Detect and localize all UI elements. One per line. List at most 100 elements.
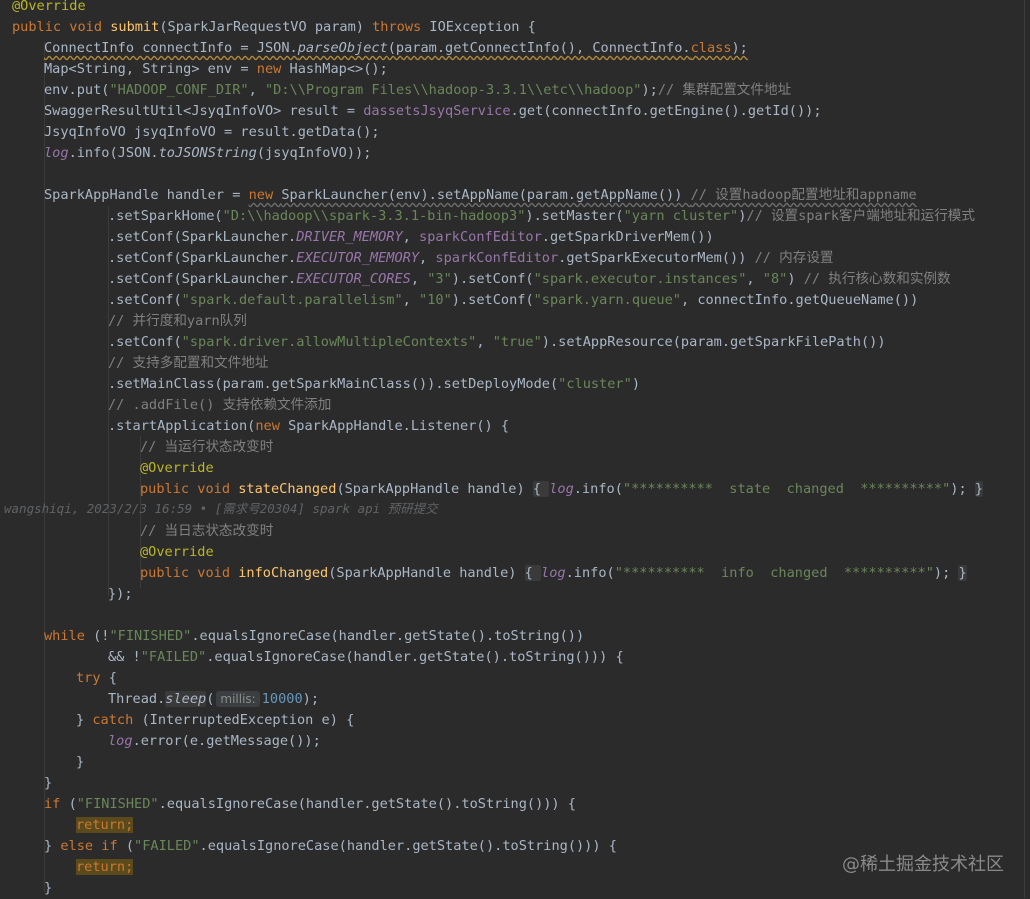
fold-brace[interactable]: { (532, 481, 550, 497)
comment: // 当日志状态改变时 (140, 523, 274, 539)
code-line[interactable]: } catch (InterruptedException e) { (76, 710, 354, 731)
code-line[interactable]: log.info(JSON.toJSONString(jsyqInfoVO)); (44, 143, 371, 164)
field-reference: log (108, 733, 133, 749)
code-line[interactable]: // 支持多配置和文件地址 (108, 353, 269, 374)
code-line[interactable]: JsyqInfoVO jsyqInfoVO = result.getData()… (44, 122, 380, 143)
comment: // 执行核心数和实例数 (803, 271, 951, 287)
code-line[interactable]: } else if ("FAILED".equalsIgnoreCase(han… (44, 836, 617, 857)
code-text: .equalsIgnoreCase(handler.getState().toS… (191, 628, 585, 644)
code-text: ( (206, 691, 215, 707)
code-line[interactable]: // 当运行状态改变时 (140, 437, 273, 458)
keyword: class (690, 40, 732, 56)
code-text: SparkAppHandle handler = (44, 187, 249, 203)
code-line[interactable]: && !"FAILED".equalsIgnoreCase(handler.ge… (108, 647, 624, 668)
fold-brace[interactable]: { (524, 565, 542, 581)
code-line[interactable]: .setConf("spark.default.parallelism", "1… (108, 290, 918, 311)
code-line[interactable]: .setConf(SparkLauncher.EXECUTOR_CORES, "… (108, 269, 951, 290)
code-line[interactable]: } (44, 878, 52, 899)
keyword: return (76, 817, 126, 833)
code-line[interactable]: public void submit(SparkJarRequestVO par… (12, 17, 536, 38)
code-line[interactable]: .setConf("spark.driver.allowMultipleCont… (108, 332, 886, 353)
code-line[interactable]: // 当日志状态改变时 (140, 521, 273, 542)
code-line[interactable]: .setMainClass(param.getSparkMainClass())… (108, 374, 640, 395)
code-text: ( (125, 838, 135, 854)
string-literal: "spark.yarn.queue" (533, 292, 681, 308)
code-text: .getSparkExecutorMem()) (558, 250, 755, 266)
code-line[interactable]: if ("FINISHED".equalsIgnoreCase(handler.… (44, 794, 576, 815)
code-line[interactable]: return; (76, 857, 134, 878)
code-text: ); (933, 565, 959, 581)
keyword: new (255, 418, 289, 434)
code-line[interactable]: // 并行度和yarn队列 (108, 311, 247, 332)
string-literal: "spark.default.parallelism" (181, 292, 403, 308)
code-line[interactable]: .setConf(SparkLauncher.EXECUTOR_MEMORY, … (108, 248, 834, 269)
code-text: , (746, 271, 763, 287)
code-line[interactable]: public void infoChanged(SparkAppHandle h… (140, 563, 967, 584)
code-text: .setConf(SparkLauncher. (108, 271, 297, 287)
fold-brace[interactable]: } (958, 565, 967, 581)
code-text: , (419, 250, 436, 266)
comment: // 并行度和yarn队列 (108, 313, 247, 329)
code-line[interactable]: // .addFile() 支持依赖文件添加 (108, 395, 331, 416)
string-literal: "spark.driver.allowMultipleContexts" (181, 334, 477, 350)
field-reference: dassetsJsyqService (363, 103, 511, 119)
code-line[interactable]: @Override (140, 542, 214, 563)
code-line[interactable]: .startApplication(new SparkAppHandle.Lis… (108, 416, 509, 437)
code-text: .info( (573, 481, 623, 497)
code-text: .setConf(SparkLauncher. (108, 250, 297, 266)
code-text: ) (787, 271, 804, 287)
keyword: else if (60, 838, 126, 854)
comment: // .addFile() 支持依赖文件添加 (108, 397, 332, 413)
field-reference: sparkConfEditor (435, 250, 559, 266)
code-text: Map<String, String> env = (44, 61, 257, 77)
code-line[interactable]: return; (76, 815, 134, 836)
code-line[interactable]: SwaggerResultUtil<JsyqInfoVO> result = d… (44, 101, 822, 122)
code-line[interactable]: @Override (12, 0, 86, 17)
code-editor[interactable]: @Override public void submit(SparkJarReq… (0, 0, 1030, 898)
code-text: .getSparkDriverMem()) (541, 229, 714, 245)
code-line[interactable]: @Override (140, 458, 214, 479)
string-literal: "HADOOP_CONF_DIR" (109, 82, 249, 98)
code-line[interactable]: log.error(e.getMessage()); (108, 731, 321, 752)
code-text: HashMap<>(); (289, 61, 388, 77)
code-line[interactable]: Map<String, String> env = new HashMap<>(… (44, 59, 388, 80)
code-line[interactable]: }); (108, 584, 133, 605)
return-highlight: return; (76, 817, 134, 833)
code-line[interactable]: SparkAppHandle handler = new SparkLaunch… (44, 185, 917, 206)
code-text: && ! (108, 649, 141, 665)
constant: EXECUTOR_MEMORY (296, 250, 420, 266)
code-line[interactable]: while (!"FINISHED".equalsIgnoreCase(hand… (44, 626, 584, 647)
string-literal: "cluster" (558, 376, 632, 392)
keyword: if (44, 796, 69, 812)
comment: // 当运行状态改变时 (140, 439, 274, 455)
static-method: toJSONString (158, 145, 257, 161)
keyword: public void (140, 565, 239, 581)
field-reference: log (541, 565, 566, 581)
code-text: IOException { (429, 19, 536, 35)
code-text: .equalsIgnoreCase(handler.getState().toS… (158, 796, 576, 812)
code-line[interactable]: public void stateChanged(SparkAppHandle … (140, 479, 984, 500)
code-line[interactable]: .setConf(SparkLauncher.DRIVER_MEMORY, sp… (108, 227, 714, 248)
code-line[interactable]: try { (76, 668, 117, 689)
constant: EXECUTOR_CORES (296, 271, 411, 287)
code-line[interactable]: } (76, 752, 84, 773)
code-text: ConnectInfo connectInfo = JSON. (44, 40, 298, 56)
method-name: stateChanged (238, 481, 337, 497)
code-text: , (402, 292, 420, 308)
string-literal: "3" (427, 271, 452, 287)
method-name: submit (110, 19, 160, 35)
code-text: , (402, 229, 420, 245)
code-text: (jsyqInfoVO)); (256, 145, 372, 161)
code-line[interactable]: .setSparkHome("D:\\hadoop\\spark-3.3.1-b… (108, 206, 975, 227)
code-line[interactable]: ConnectInfo connectInfo = JSON.parseObje… (44, 38, 748, 59)
string-literal: "D:\\hadoop\\spark-3.3.1-bin-hadoop3" (222, 208, 526, 224)
field-reference: log (44, 145, 69, 161)
keyword: new (248, 187, 282, 203)
code-line[interactable]: env.put("HADOOP_CONF_DIR", "D:\\Program … (44, 80, 791, 101)
string-literal: "FAILED" (134, 838, 200, 854)
code-line[interactable]: Thread.sleep(millis: 10000); (108, 689, 319, 710)
code-line[interactable]: } (44, 773, 52, 794)
code-text: } (44, 838, 61, 854)
fold-brace[interactable]: } (974, 481, 984, 497)
annotation: @Override (140, 460, 214, 476)
